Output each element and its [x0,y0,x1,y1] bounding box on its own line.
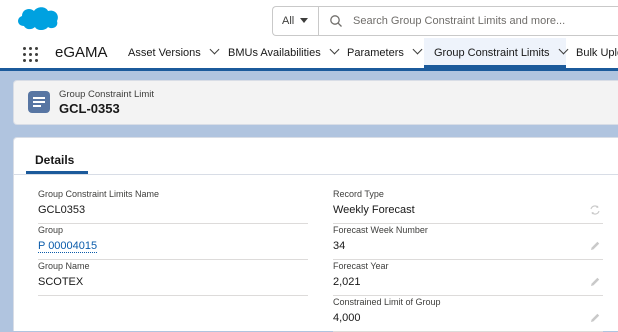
app-name: eGAMA [55,44,108,61]
tab-details[interactable]: Details [35,153,74,167]
field-label: Group Name [38,261,90,271]
group-link[interactable]: P 00004015 [38,240,98,253]
field-label: Constrained Limit of Group [333,297,441,307]
app-launcher-icon[interactable] [22,46,38,62]
record-title: GCL-0353 [59,101,120,116]
nav-item-bmus-availabilities[interactable]: BMUs Availabilities [228,38,340,68]
field-group-name: Group Name SCOTEX [38,261,308,296]
field-forecast-year: Forecast Year 2,021 [333,261,603,296]
nav-item-group-constraint-limits[interactable]: Group Constraint Limits [424,38,568,68]
search-input[interactable]: Search Group Constraint Limits and more.… [353,7,565,35]
field-value: GCL0353 [38,204,86,216]
object-type-label: Group Constraint Limit [59,89,155,100]
search-scope-label: All [282,15,295,27]
salesforce-logo-icon[interactable] [14,4,60,32]
field-record-type: Record Type Weekly Forecast [333,189,603,224]
nav-item-label: Asset Versions [128,47,201,59]
field-group: Group P 00004015 [38,225,308,260]
record-details-card: Details Group Constraint Limits Name GCL… [13,137,618,332]
caret-down-icon [300,18,308,23]
search-scope-dropdown[interactable]: All [273,7,319,35]
field-value: 2,021 [333,276,361,288]
record-icon [28,91,50,113]
chevron-down-icon[interactable] [209,44,220,55]
global-header: All Search Group Constraint Limits and m… [0,0,618,38]
change-record-type-icon[interactable] [589,204,601,216]
pencil-icon[interactable] [589,240,601,252]
nav-item-bulk-upload[interactable]: Bulk Uplo [576,38,618,68]
field-value: 4,000 [333,312,361,324]
nav-item-label: Bulk Uplo [576,47,618,59]
pencil-icon[interactable] [589,312,601,324]
nav-item-parameters[interactable]: Parameters [347,38,423,68]
global-search[interactable]: All Search Group Constraint Limits and m… [272,6,618,36]
field-value: SCOTEX [38,276,84,288]
nav-item-label: BMUs Availabilities [228,47,321,59]
field-label: Forecast Week Number [333,225,428,235]
nav-item-asset-versions[interactable]: Asset Versions [128,38,220,68]
field-label: Forecast Year [333,261,389,271]
field-group-constraint-limits-name: Group Constraint Limits Name GCL0353 [38,189,308,224]
chevron-down-icon[interactable] [558,44,568,55]
app-nav-bar: eGAMA Asset Versions BMUs Availabilities… [0,38,618,71]
chevron-down-icon[interactable] [412,44,423,55]
record-header: Group Constraint Limit GCL-0353 [13,80,618,125]
field-constrained-limit-of-group: Constrained Limit of Group 4,000 [333,297,603,332]
nav-item-label: Group Constraint Limits [434,47,550,59]
field-label: Group Constraint Limits Name [38,189,160,199]
nav-item-label: Parameters [347,47,404,59]
field-forecast-week-number: Forecast Week Number 34 [333,225,603,260]
field-label: Group [38,225,64,235]
field-value: Weekly Forecast [333,204,415,216]
field-value: 34 [333,240,346,252]
search-icon [330,15,342,27]
tab-divider [14,174,618,175]
pencil-icon[interactable] [589,276,601,288]
chevron-down-icon[interactable] [329,44,340,55]
field-label: Record Type [333,189,384,199]
